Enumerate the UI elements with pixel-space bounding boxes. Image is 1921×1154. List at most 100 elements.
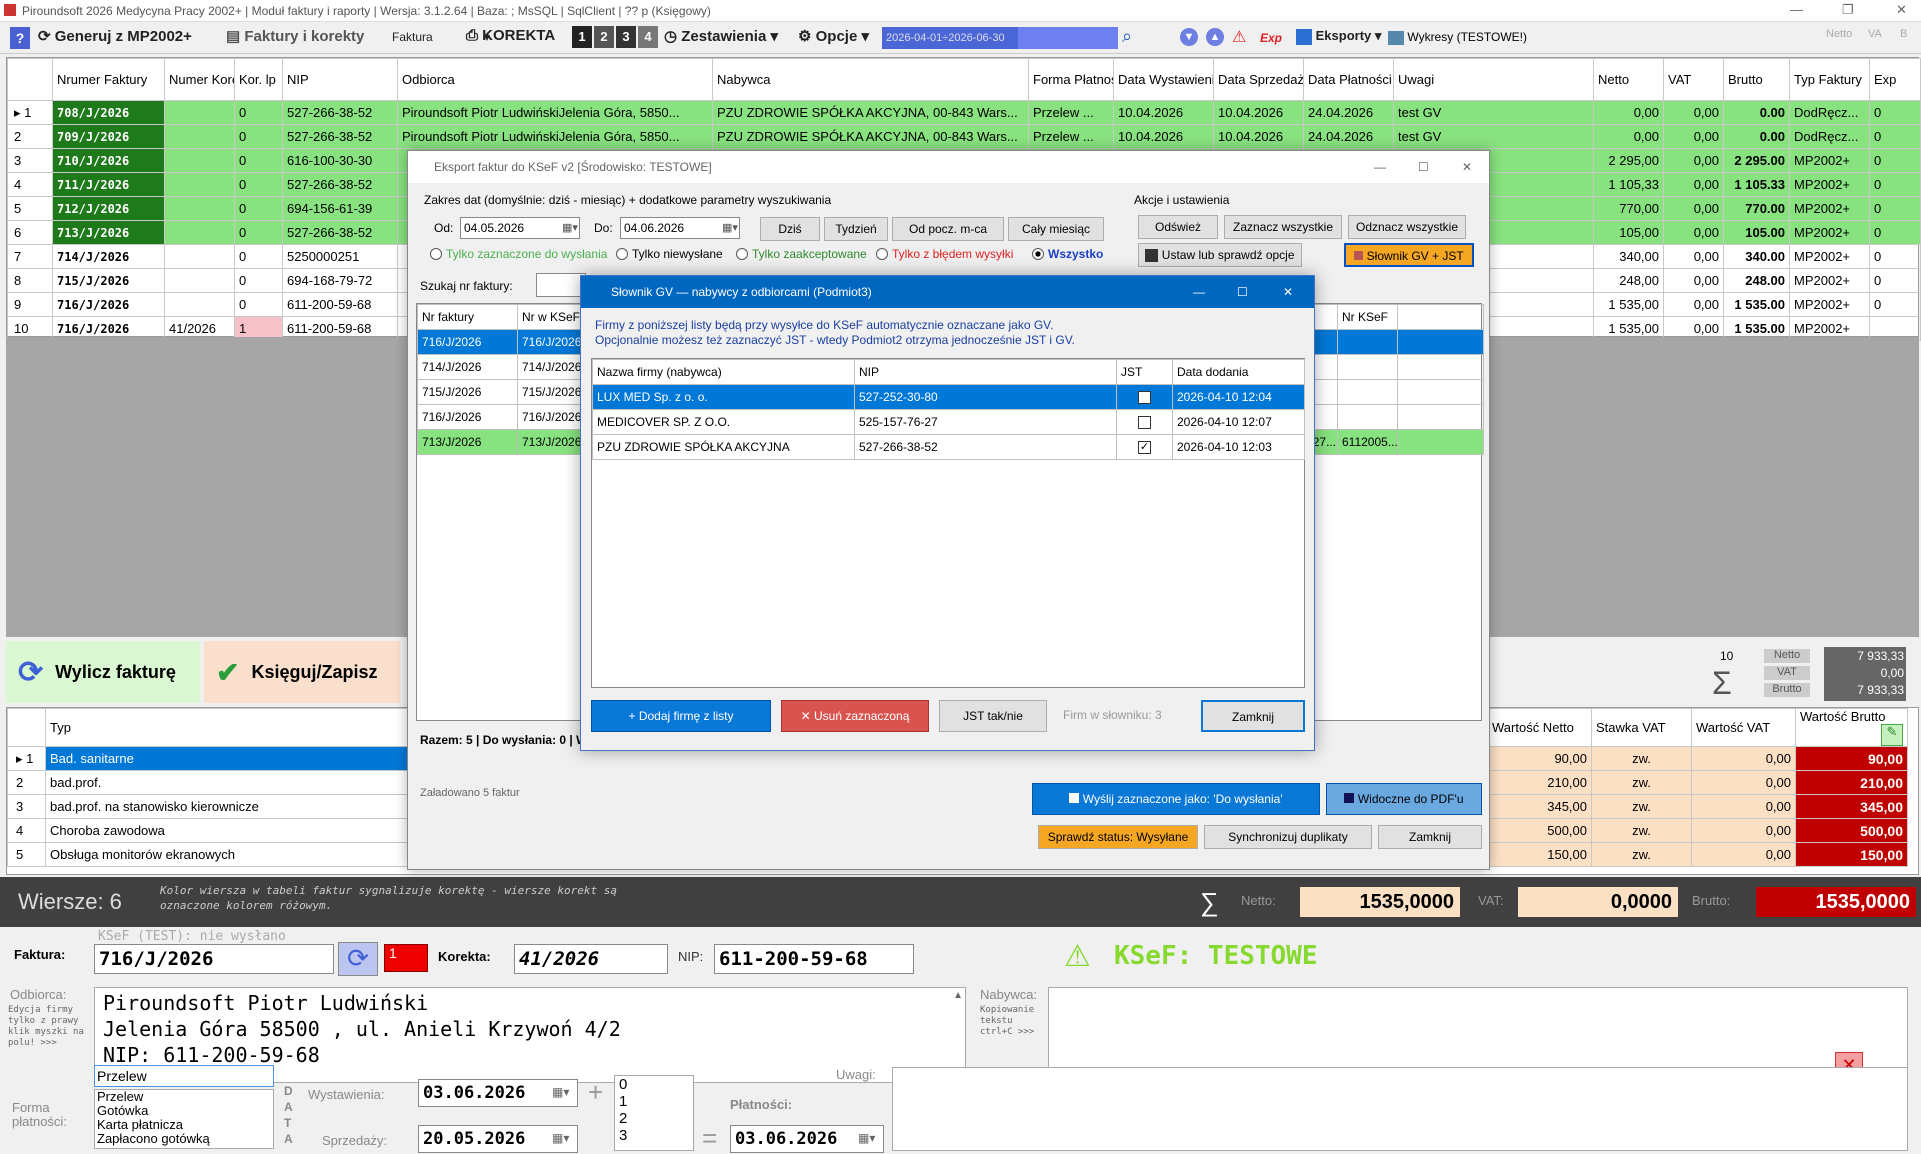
cell-kor[interactable] <box>164 124 235 149</box>
grid-header-exp[interactable]: Exp <box>1869 58 1921 101</box>
cell-kor[interactable] <box>164 220 235 245</box>
item-row[interactable]: 3 bad.prof. na stanowisko kierownicze <box>7 794 408 819</box>
calendar-icon[interactable]: ▦▾ <box>722 221 738 234</box>
forma-option[interactable]: Gotówka <box>97 1104 273 1118</box>
cell-typ[interactable]: MP2002+ <box>1789 220 1870 245</box>
cell-nip[interactable]: 527-266-38-52 <box>282 124 398 149</box>
cell-nab[interactable]: PZU ZDROWIE SPÓŁKA AKCYJNA, 00-843 Wars.… <box>712 124 1029 149</box>
days-option[interactable]: 1 <box>619 1093 693 1110</box>
cell-kor[interactable] <box>164 196 235 221</box>
cell-netto[interactable]: 105,00 <box>1593 220 1664 245</box>
item-row-values[interactable]: 150,00 zw. 0,00 150,00 <box>1487 842 1908 867</box>
cell-ds[interactable]: 10.04.2026 <box>1213 124 1304 149</box>
gv-row[interactable]: LUX MED Sp. z o. o. 527-252-30-80 2026-04-… <box>592 384 1305 410</box>
cell-n[interactable]: 8 <box>7 268 53 293</box>
grid-header-odbiorca[interactable]: Odbiorca <box>397 58 713 101</box>
exports-menu[interactable]: Eksporty ▾ <box>1296 28 1381 45</box>
cell-netto[interactable]: 248,00 <box>1593 268 1664 293</box>
table-row[interactable]: 2 709/J/2026 0 527-266-38-52 Piroundsoft Pio… <box>7 124 1921 149</box>
days-option[interactable]: 3 <box>619 1127 693 1144</box>
num-button-2[interactable]: 2 <box>594 26 614 48</box>
cell-exp[interactable]: 0 <box>1869 268 1921 293</box>
cell-brutto[interactable]: 2 295.00 <box>1723 148 1790 173</box>
item-stawka[interactable]: zw. <box>1591 842 1692 867</box>
ksef-cell[interactable]: 714/J/2026 <box>517 354 588 380</box>
cell-brutto[interactable]: 248.00 <box>1723 268 1790 293</box>
cell-vat[interactable]: 0,00 <box>1663 244 1724 269</box>
items-header-brutto[interactable]: Wartość Brutto ✎ <box>1795 708 1908 747</box>
nip-field[interactable]: 611-200-59-68 <box>714 944 914 974</box>
grid-header-typ[interactable]: Typ Faktury <box>1789 58 1870 101</box>
cell-dw[interactable]: 10.04.2026 <box>1113 124 1214 149</box>
gv-name[interactable]: MEDICOVER SP. Z O.O. <box>592 409 855 435</box>
item-typ[interactable]: Choroba zawodowa <box>45 818 408 843</box>
cell-exp[interactable]: 0 <box>1869 100 1921 125</box>
cell-exp[interactable]: 0 <box>1869 172 1921 197</box>
forma-option[interactable]: Zapłacono gotówką <box>97 1132 273 1146</box>
item-brutto[interactable]: 210,00 <box>1795 770 1908 795</box>
cell-netto[interactable]: 2 295,00 <box>1593 148 1664 173</box>
ksef-col-nr[interactable]: Nr faktury <box>417 304 518 330</box>
radio-error[interactable]: Tylko z błędem wysyłki <box>876 247 1013 261</box>
ksef-cell[interactable] <box>1337 329 1398 355</box>
cell-n[interactable]: 7 <box>7 244 53 269</box>
calendar-icon[interactable]: ▦▾ <box>552 1131 569 1145</box>
cell-forma[interactable]: Przelew ... <box>1028 100 1114 125</box>
cell-kor[interactable] <box>164 244 235 269</box>
ksef-cell[interactable] <box>1397 354 1484 380</box>
gv-jst-cell[interactable] <box>1116 409 1173 435</box>
item-row[interactable]: 2 bad.prof. <box>7 770 408 795</box>
month-start-button[interactable]: Od pocz. m-ca <box>892 217 1004 241</box>
item-vat[interactable]: 0,00 <box>1691 746 1796 771</box>
item-vat[interactable]: 0,00 <box>1691 818 1796 843</box>
grid-header-forma[interactable]: Forma Płatności <box>1028 58 1114 101</box>
item-netto[interactable]: 150,00 <box>1487 842 1592 867</box>
ksef-col-nrksef[interactable]: Nr KSeF <box>1337 304 1398 330</box>
date-range-field[interactable]: 2026-04-01÷2026-06-30 <box>882 27 1018 49</box>
ksef-cell[interactable] <box>1397 404 1484 430</box>
ksef-cell[interactable]: 714/J/2026 <box>417 354 518 380</box>
cell-n[interactable]: 6 <box>7 220 53 245</box>
cell-netto[interactable]: 340,00 <box>1593 244 1664 269</box>
cell-ds[interactable]: 10.04.2026 <box>1213 100 1304 125</box>
ksef-cell[interactable]: 716/J/2026 <box>417 404 518 430</box>
cell-vat[interactable]: 0,00 <box>1663 172 1724 197</box>
cell-netto[interactable]: 1 105,33 <box>1593 172 1664 197</box>
item-row-values[interactable]: 345,00 zw. 0,00 345,00 <box>1487 794 1908 819</box>
ksef-cell[interactable]: 713/J/2026 <box>417 429 518 455</box>
edit-pencil-icon[interactable]: ✎ <box>1881 723 1903 746</box>
ksef-cell[interactable] <box>1337 404 1398 430</box>
cell-kor[interactable] <box>164 100 235 125</box>
forma-option[interactable]: Przelew <box>97 1090 273 1104</box>
cell-n[interactable]: 9 <box>7 292 53 317</box>
cell-vat[interactable]: 0,00 <box>1663 268 1724 293</box>
cell-lp[interactable]: 0 <box>234 196 283 221</box>
cell-netto[interactable]: 0,00 <box>1593 100 1664 125</box>
cell-lp[interactable]: 0 <box>234 268 283 293</box>
cell-n[interactable]: ▸ 1 <box>7 100 53 125</box>
minimize-icon[interactable]: — <box>1374 151 1386 183</box>
gv-jst-cell[interactable] <box>1116 384 1173 410</box>
check-status-button[interactable]: Sprawdź status: Wysyłane <box>1038 825 1198 849</box>
cell-exp[interactable]: 0 <box>1869 220 1921 245</box>
sync-button[interactable]: Synchronizuj duplikaty <box>1204 825 1372 849</box>
cell-nr[interactable]: 709/J/2026 <box>52 124 165 149</box>
recalc-icon[interactable]: ⟳ <box>338 942 378 976</box>
cell-nr[interactable]: 708/J/2026 <box>52 100 165 125</box>
jst-toggle-button[interactable]: JST tak/nie <box>939 700 1047 732</box>
grid-header-nr[interactable]: Nrumer Faktury <box>52 58 165 101</box>
gv-row[interactable]: MEDICOVER SP. Z O.O. 525-157-76-27 2026-04… <box>592 409 1305 435</box>
cell-typ[interactable]: MP2002+ <box>1789 148 1870 173</box>
minimize-icon[interactable]: — <box>1790 2 1803 17</box>
cell-nr[interactable]: 716/J/2026 <box>52 292 165 317</box>
item-row-values[interactable]: 500,00 zw. 0,00 500,00 <box>1487 818 1908 843</box>
korekta-field[interactable]: 41/2026 <box>514 944 668 974</box>
vat-tab[interactable]: VA <box>1868 28 1882 40</box>
maximize-icon[interactable]: ☐ <box>1418 151 1429 183</box>
cell-nip[interactable]: 527-266-38-52 <box>282 100 398 125</box>
cell-nip[interactable]: 694-168-79-72 <box>282 268 398 293</box>
forma-input[interactable]: Przelew <box>94 1065 274 1087</box>
num-button-1[interactable]: 1 <box>572 26 592 48</box>
items-header-vat[interactable]: Wartość VAT <box>1691 708 1796 747</box>
forma-list[interactable]: Przelew Gotówka Karta płatnicza Zapłacon… <box>94 1089 274 1149</box>
